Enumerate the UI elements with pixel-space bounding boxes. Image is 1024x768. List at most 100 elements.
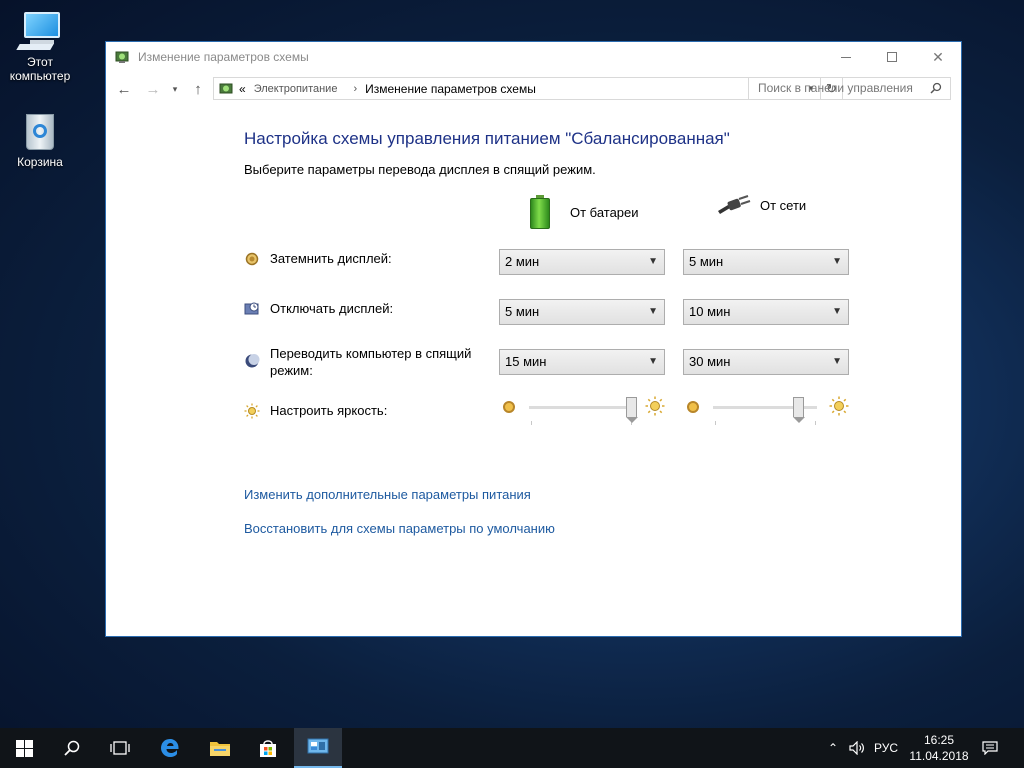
slider-tick	[531, 421, 532, 425]
select-value: 10 мин	[689, 304, 731, 319]
search-icon[interactable]	[930, 82, 942, 94]
close-button[interactable]: ✕	[915, 42, 961, 72]
desktop-icon-recycle-bin[interactable]: Корзина	[0, 108, 80, 169]
brightness-battery-slider[interactable]	[499, 395, 669, 425]
change-advanced-settings-link[interactable]: Изменить дополнительные параметры питани…	[244, 487, 531, 502]
task-view-button[interactable]	[96, 728, 144, 768]
folder-icon	[210, 742, 230, 756]
recent-locations-button[interactable]: ▾	[168, 79, 182, 99]
slider-thumb[interactable]	[625, 397, 638, 423]
page-title: Настройка схемы управления питанием "Сба…	[244, 129, 730, 148]
desktop-icon-label: компьютер	[9, 69, 71, 83]
computer-icon	[16, 8, 64, 52]
chevron-up-icon: ⌃	[827, 741, 839, 755]
volume-icon	[849, 741, 864, 755]
restore-defaults-link[interactable]: Восстановить для схемы параметры по умол…	[244, 521, 555, 536]
select-value: 5 мин	[689, 254, 724, 269]
taskbar-search-button[interactable]	[48, 728, 96, 768]
input-language-indicator[interactable]: РУС	[874, 728, 898, 768]
turn-off-display-battery-select[interactable]: 5 мин ▼	[499, 299, 665, 325]
select-value: 30 мин	[689, 354, 731, 369]
power-options-icon	[219, 83, 233, 93]
brightness-low-icon	[503, 401, 515, 413]
arrow-right-icon: →	[145, 80, 161, 98]
clock[interactable]: 16:25 11.04.2018	[908, 728, 970, 768]
recycle-bin-icon	[16, 108, 64, 152]
brightness-icon	[244, 403, 260, 419]
content-area: Настройка схемы управления питанием "Сба…	[106, 109, 961, 636]
select-value: 5 мин	[505, 304, 540, 319]
show-hidden-icons-button[interactable]: ⌃	[824, 728, 842, 768]
minimize-button[interactable]	[823, 42, 869, 72]
column-header-label: От батареи	[570, 204, 639, 220]
row-label: Настроить яркость:	[270, 403, 388, 418]
desktop-icon-label: Корзина	[17, 155, 63, 169]
row-label: Отключать дисплей:	[270, 301, 394, 316]
chevron-down-icon: ▾	[172, 83, 178, 94]
maximize-icon	[887, 52, 897, 62]
up-button[interactable]: ↑	[188, 79, 208, 99]
sleep-battery-select[interactable]: 15 мин ▼	[499, 349, 665, 375]
minimize-icon	[841, 56, 851, 58]
row-label: Затемнить дисплей:	[270, 251, 392, 266]
select-value: 2 мин	[505, 254, 540, 269]
start-button[interactable]	[0, 728, 48, 768]
back-button[interactable]: ←	[114, 79, 134, 99]
desktop-icon-label: Этот	[27, 55, 53, 69]
volume-button[interactable]	[846, 728, 868, 768]
dim-display-battery-select[interactable]: 2 мин ▼	[499, 249, 665, 275]
slider-thumb[interactable]	[793, 397, 806, 423]
desktop-icon-this-pc[interactable]: Этот компьютер	[0, 8, 80, 83]
action-center-button[interactable]	[976, 728, 1004, 768]
windows-logo-icon	[15, 739, 33, 757]
chevron-down-icon: ▼	[832, 306, 842, 317]
display-off-icon	[244, 302, 259, 315]
power-options-icon	[115, 51, 129, 63]
edge-browser-icon	[161, 739, 179, 757]
breadcrumb[interactable]: Электропитание	[254, 83, 338, 95]
search-input[interactable]: Поиск в панели управления	[748, 77, 951, 100]
clock-time: 16:25	[923, 733, 955, 747]
taskbar-file-explorer[interactable]	[196, 728, 244, 768]
turn-off-display-ac-select[interactable]: 10 мин ▼	[683, 299, 849, 325]
slider-track[interactable]	[529, 406, 633, 409]
task-view-icon	[110, 741, 130, 755]
title-bar[interactable]: Изменение параметров схемы ✕	[106, 42, 961, 72]
maximize-button[interactable]	[869, 42, 915, 72]
row-label: Переводить компьютер в спящий режим:	[270, 346, 472, 378]
breadcrumb-current[interactable]: Изменение параметров схемы	[365, 82, 536, 96]
brightness-ac-slider[interactable]	[683, 395, 853, 425]
breadcrumb-separator-icon[interactable]: ›	[353, 83, 357, 95]
control-panel-window: Изменение параметров схемы ✕ ← → ▾ ↑ « Э…	[105, 41, 962, 637]
clock-date: 11.04.2018	[909, 749, 969, 763]
forward-button[interactable]: →	[143, 79, 163, 99]
taskbar-store[interactable]	[244, 728, 292, 768]
slider-tick	[815, 421, 816, 425]
control-panel-icon	[307, 738, 329, 754]
chevron-down-icon: ▼	[832, 256, 842, 267]
chevron-down-icon: ▼	[648, 356, 658, 367]
breadcrumb-overflow[interactable]: «	[239, 82, 246, 96]
brightness-high-icon	[645, 396, 665, 416]
column-header-ac: От сети	[716, 195, 806, 215]
row-sleep: Переводить компьютер в спящий режим:	[244, 345, 480, 379]
taskbar: ⌃ РУС 16:25 11.04.2018	[0, 728, 1024, 768]
dim-display-ac-select[interactable]: 5 мин ▼	[683, 249, 849, 275]
page-subtitle: Выберите параметры перевода дисплея в сп…	[244, 162, 596, 177]
row-brightness: Настроить яркость:	[244, 403, 387, 419]
brightness-high-icon	[829, 396, 849, 416]
taskbar-edge[interactable]	[146, 728, 194, 768]
dim-display-icon	[245, 252, 259, 266]
column-header-battery: От батареи	[530, 195, 639, 229]
sleep-moon-icon	[245, 354, 260, 368]
chevron-down-icon: ▼	[648, 306, 658, 317]
arrow-up-icon: ↑	[194, 80, 202, 98]
chevron-down-icon: ▼	[832, 356, 842, 367]
brightness-low-icon	[687, 401, 699, 413]
power-plug-icon	[718, 195, 751, 214]
sleep-ac-select[interactable]: 30 мин ▼	[683, 349, 849, 375]
close-icon: ✕	[932, 48, 944, 65]
store-bag-icon	[260, 740, 276, 757]
taskbar-control-panel[interactable]	[294, 728, 342, 768]
battery-icon	[530, 195, 550, 229]
